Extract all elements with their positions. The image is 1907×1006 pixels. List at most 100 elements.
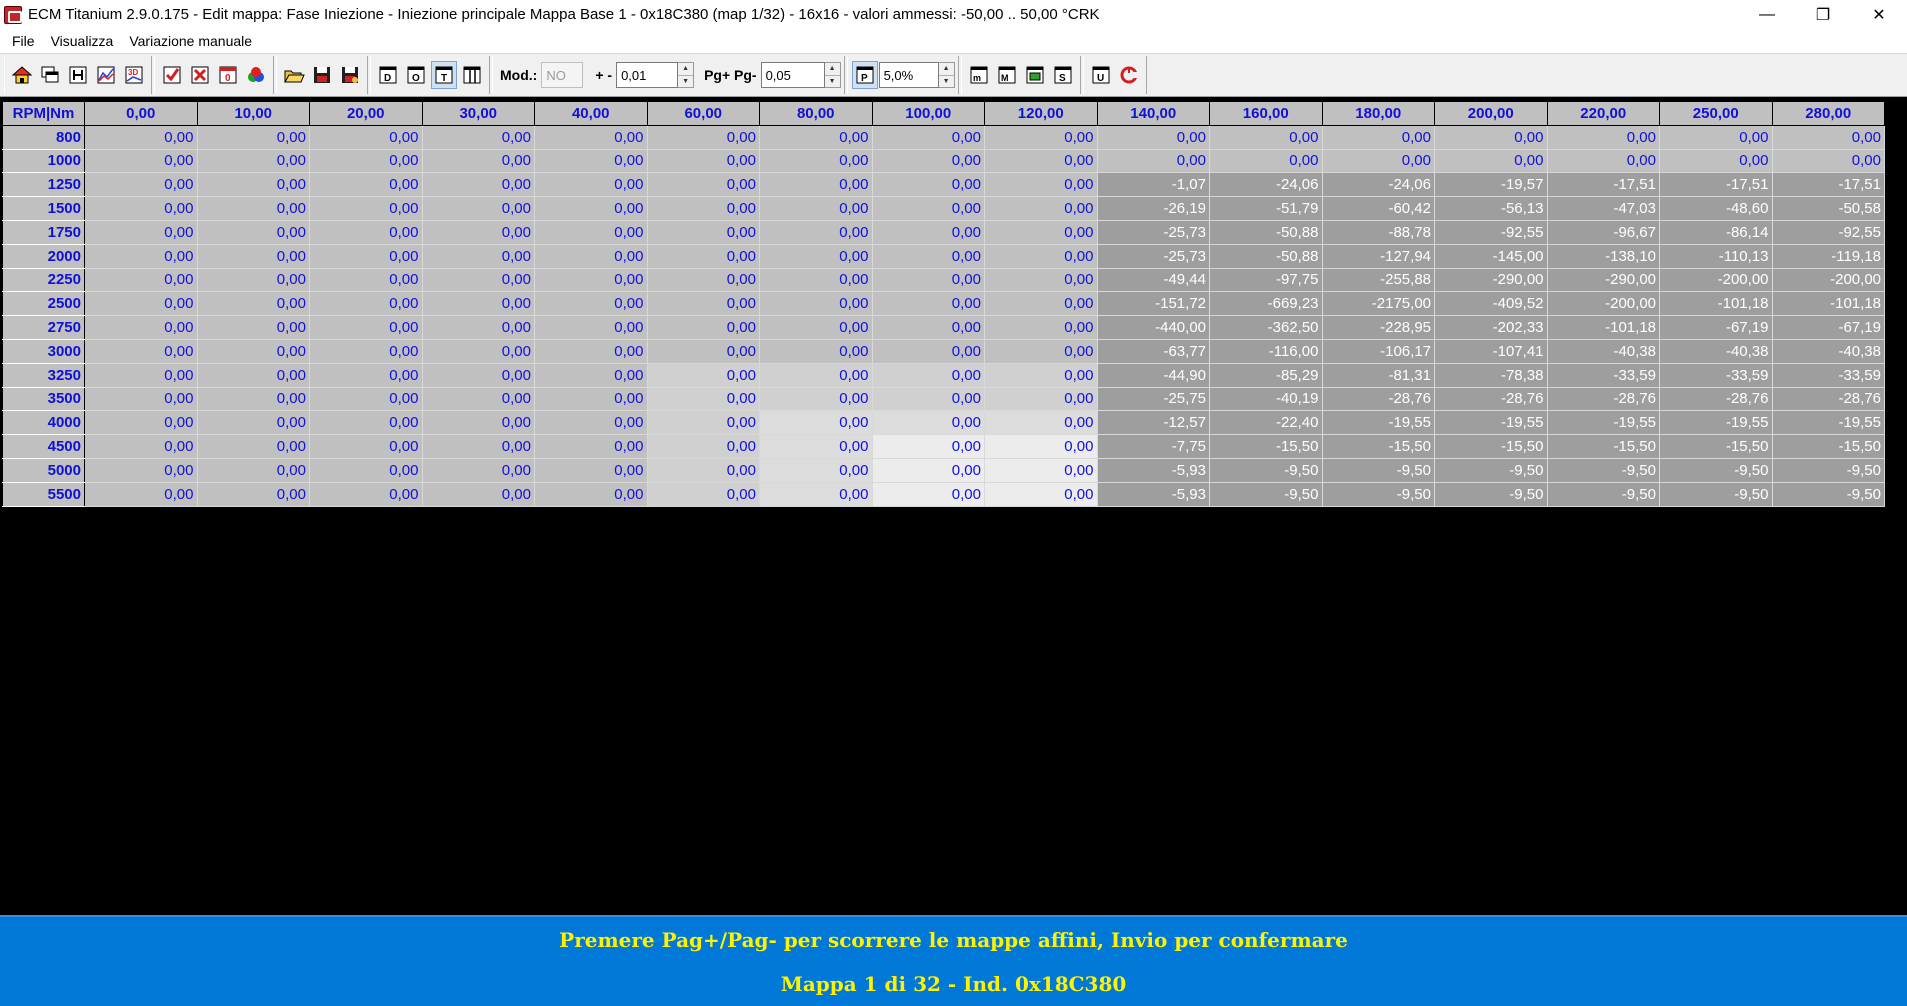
map-cell[interactable]: 0,00 bbox=[984, 363, 1098, 388]
row-header[interactable]: 2250 bbox=[2, 267, 85, 293]
2d-graph-icon[interactable] bbox=[93, 61, 119, 89]
map-cell[interactable]: 0,00 bbox=[534, 387, 648, 412]
row-header[interactable]: 2750 bbox=[2, 315, 85, 340]
map-cell[interactable]: -15,50 bbox=[1771, 434, 1885, 459]
map-cell[interactable]: 0,00 bbox=[646, 410, 760, 436]
map-cell[interactable]: 0,00 bbox=[871, 220, 985, 245]
map-cell[interactable]: 0,00 bbox=[871, 172, 985, 198]
map-cell[interactable]: -17,51 bbox=[1659, 172, 1773, 198]
spin-up-icon[interactable]: ▲ bbox=[825, 63, 840, 75]
map-cell[interactable]: 0,00 bbox=[84, 387, 198, 412]
row-header[interactable]: 4500 bbox=[2, 434, 85, 459]
map-cell[interactable]: -33,59 bbox=[1771, 363, 1885, 388]
percent-spinner[interactable]: ▲ ▼ bbox=[938, 62, 955, 88]
map-cell[interactable]: 0,00 bbox=[984, 268, 1098, 293]
mod-field[interactable]: NO bbox=[541, 62, 584, 88]
map-cell[interactable]: -19,55 bbox=[1434, 410, 1548, 436]
map-cell[interactable]: 0,00 bbox=[984, 315, 1098, 340]
map-cell[interactable]: 0,00 bbox=[871, 434, 985, 459]
map-cell[interactable]: -200,00 bbox=[1659, 268, 1773, 293]
map-cell[interactable]: 0,00 bbox=[196, 434, 310, 459]
map-cell[interactable]: 0,00 bbox=[84, 149, 198, 174]
map-cell[interactable]: -15,50 bbox=[1321, 434, 1435, 459]
map-cell[interactable]: -200,00 bbox=[1771, 268, 1885, 293]
map-cell[interactable]: 0,00 bbox=[1321, 149, 1435, 174]
map-cell[interactable]: 0,00 bbox=[984, 482, 1098, 507]
map-cell[interactable]: 0,00 bbox=[984, 434, 1098, 459]
map-cell[interactable]: 0,00 bbox=[1546, 125, 1660, 150]
map-cell[interactable]: 0,00 bbox=[759, 291, 873, 317]
map-cell[interactable]: 0,00 bbox=[759, 339, 873, 364]
menu-visualizza[interactable]: Visualizza bbox=[43, 33, 122, 49]
percent-mode-icon[interactable]: P bbox=[851, 61, 878, 89]
map-cell[interactable]: -1,07 bbox=[1096, 172, 1210, 198]
map-cell[interactable]: 0,00 bbox=[84, 220, 198, 245]
map-cell[interactable]: 0,00 bbox=[759, 410, 873, 436]
map-cell[interactable]: 0,00 bbox=[759, 268, 873, 293]
map-cell[interactable]: 0,00 bbox=[196, 244, 310, 269]
map-cell[interactable]: 0,00 bbox=[871, 458, 985, 483]
map-cell[interactable]: 0,00 bbox=[309, 220, 423, 245]
map-cell[interactable]: -28,76 bbox=[1321, 387, 1435, 412]
row-header[interactable]: 3500 bbox=[2, 386, 85, 412]
map-cell[interactable]: 0,00 bbox=[984, 149, 1098, 174]
map-cell[interactable]: -63,77 bbox=[1096, 339, 1210, 364]
map-cell[interactable]: 0,00 bbox=[759, 196, 873, 221]
map-cell[interactable]: 0,00 bbox=[196, 482, 310, 507]
column-header[interactable]: 0,00 bbox=[84, 101, 198, 126]
map-cell[interactable]: -28,76 bbox=[1434, 387, 1548, 412]
map-cell[interactable]: 0,00 bbox=[646, 220, 760, 245]
map-cell[interactable]: 0,00 bbox=[984, 410, 1098, 436]
map-cell[interactable]: -409,52 bbox=[1434, 291, 1548, 317]
map-cell[interactable]: -17,51 bbox=[1771, 172, 1885, 198]
map-cell[interactable]: -28,76 bbox=[1659, 387, 1773, 412]
menu-file[interactable]: File bbox=[4, 33, 43, 49]
map-cell[interactable]: 0,00 bbox=[1209, 125, 1323, 150]
row-header[interactable]: 1000 bbox=[2, 148, 85, 174]
map-cell[interactable]: 0,00 bbox=[871, 315, 985, 340]
map-cell[interactable]: -101,18 bbox=[1659, 291, 1773, 317]
map-cell[interactable]: 0,00 bbox=[646, 149, 760, 174]
columns-display-icon[interactable] bbox=[459, 61, 485, 89]
column-header[interactable]: 220,00 bbox=[1546, 101, 1660, 126]
home-icon[interactable] bbox=[9, 61, 35, 89]
map-cell[interactable]: 0,00 bbox=[646, 363, 760, 388]
menu-variazione-manuale[interactable]: Variazione manuale bbox=[121, 33, 260, 49]
map-cell[interactable]: 0,00 bbox=[759, 482, 873, 507]
unit-icon[interactable]: U bbox=[1088, 61, 1114, 89]
map-cell[interactable]: 0,00 bbox=[309, 434, 423, 459]
map-cell[interactable]: 0,00 bbox=[1434, 149, 1548, 174]
map-cell[interactable]: 0,00 bbox=[1096, 125, 1210, 150]
map-cell[interactable]: 0,00 bbox=[534, 268, 648, 293]
map-cell[interactable]: 0,00 bbox=[646, 458, 760, 483]
row-header[interactable]: 1250 bbox=[2, 172, 85, 198]
map-cell[interactable]: 0,00 bbox=[534, 244, 648, 269]
smooth-icon[interactable]: S bbox=[1050, 61, 1076, 89]
percent-input[interactable]: 5,0% bbox=[878, 62, 939, 88]
minimize-button[interactable]: — bbox=[1739, 0, 1795, 29]
map-cell[interactable]: -60,42 bbox=[1321, 196, 1435, 221]
map-cell[interactable]: 0,00 bbox=[309, 363, 423, 388]
map-cell[interactable]: -56,13 bbox=[1434, 196, 1548, 221]
map-cell[interactable]: -107,41 bbox=[1434, 339, 1548, 364]
map-cell[interactable]: 0,00 bbox=[84, 244, 198, 269]
map-cell[interactable]: 0,00 bbox=[421, 172, 535, 198]
map-cell[interactable]: -2175,00 bbox=[1321, 291, 1435, 317]
map-cell[interactable]: -86,14 bbox=[1659, 220, 1773, 245]
spin-up-icon[interactable]: ▲ bbox=[939, 63, 954, 75]
map-cell[interactable]: -106,17 bbox=[1321, 339, 1435, 364]
map-cell[interactable]: 0,00 bbox=[84, 458, 198, 483]
color-palette-icon[interactable] bbox=[243, 61, 269, 89]
copy-window-icon[interactable] bbox=[37, 61, 63, 89]
map-cell[interactable]: 0,00 bbox=[984, 220, 1098, 245]
map-cell[interactable]: 0,00 bbox=[421, 434, 535, 459]
map-cell[interactable]: -101,18 bbox=[1546, 315, 1660, 340]
column-header[interactable]: 280,00 bbox=[1771, 101, 1885, 126]
map-cell[interactable]: -33,59 bbox=[1546, 363, 1660, 388]
column-header[interactable]: 250,00 bbox=[1659, 101, 1773, 126]
spin-down-icon[interactable]: ▼ bbox=[938, 75, 954, 88]
open-folder-icon[interactable] bbox=[281, 61, 307, 89]
map-cell[interactable]: -15,50 bbox=[1659, 434, 1773, 459]
row-header[interactable]: 5500 bbox=[2, 481, 85, 507]
map-cell[interactable]: -151,72 bbox=[1096, 291, 1210, 317]
